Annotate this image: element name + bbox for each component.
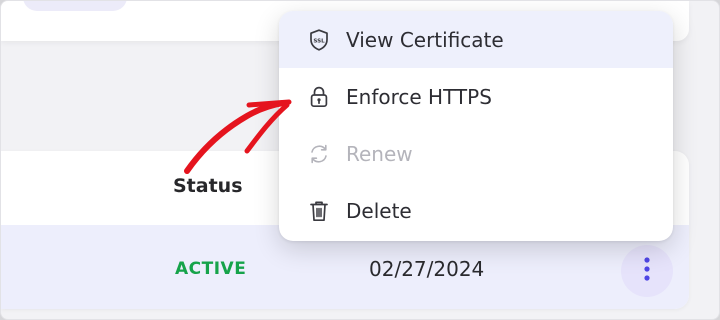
menu-item-label: View Certificate bbox=[346, 27, 504, 52]
status-badge: ACTIVE bbox=[175, 259, 247, 279]
ssl-shield-icon: SSL bbox=[308, 28, 330, 51]
menu-item-delete[interactable]: Delete bbox=[279, 182, 673, 239]
row-actions-button[interactable] bbox=[621, 245, 673, 297]
svg-text:SSL: SSL bbox=[313, 38, 325, 44]
menu-item-enforce-https[interactable]: Enforce HTTPS bbox=[279, 68, 673, 125]
trash-icon bbox=[308, 200, 330, 222]
column-header-status: Status bbox=[173, 175, 243, 197]
menu-item-label: Enforce HTTPS bbox=[346, 84, 492, 109]
menu-item-label: Renew bbox=[346, 141, 413, 166]
menu-item-label: Delete bbox=[346, 198, 412, 223]
kebab-menu-icon bbox=[643, 256, 651, 286]
actions-dropdown-menu: SSL View Certificate Enforce HTTPS Renew… bbox=[279, 11, 673, 241]
date-cell: 02/27/2024 bbox=[369, 257, 485, 281]
lock-icon bbox=[308, 86, 330, 108]
top-pill bbox=[23, 1, 127, 11]
menu-item-renew[interactable]: Renew bbox=[279, 125, 673, 182]
refresh-icon bbox=[308, 143, 330, 165]
app-frame: Status ACTIVE 02/27/2024 SSL View Certif… bbox=[0, 0, 720, 320]
menu-item-view-certificate[interactable]: SSL View Certificate bbox=[279, 11, 673, 68]
